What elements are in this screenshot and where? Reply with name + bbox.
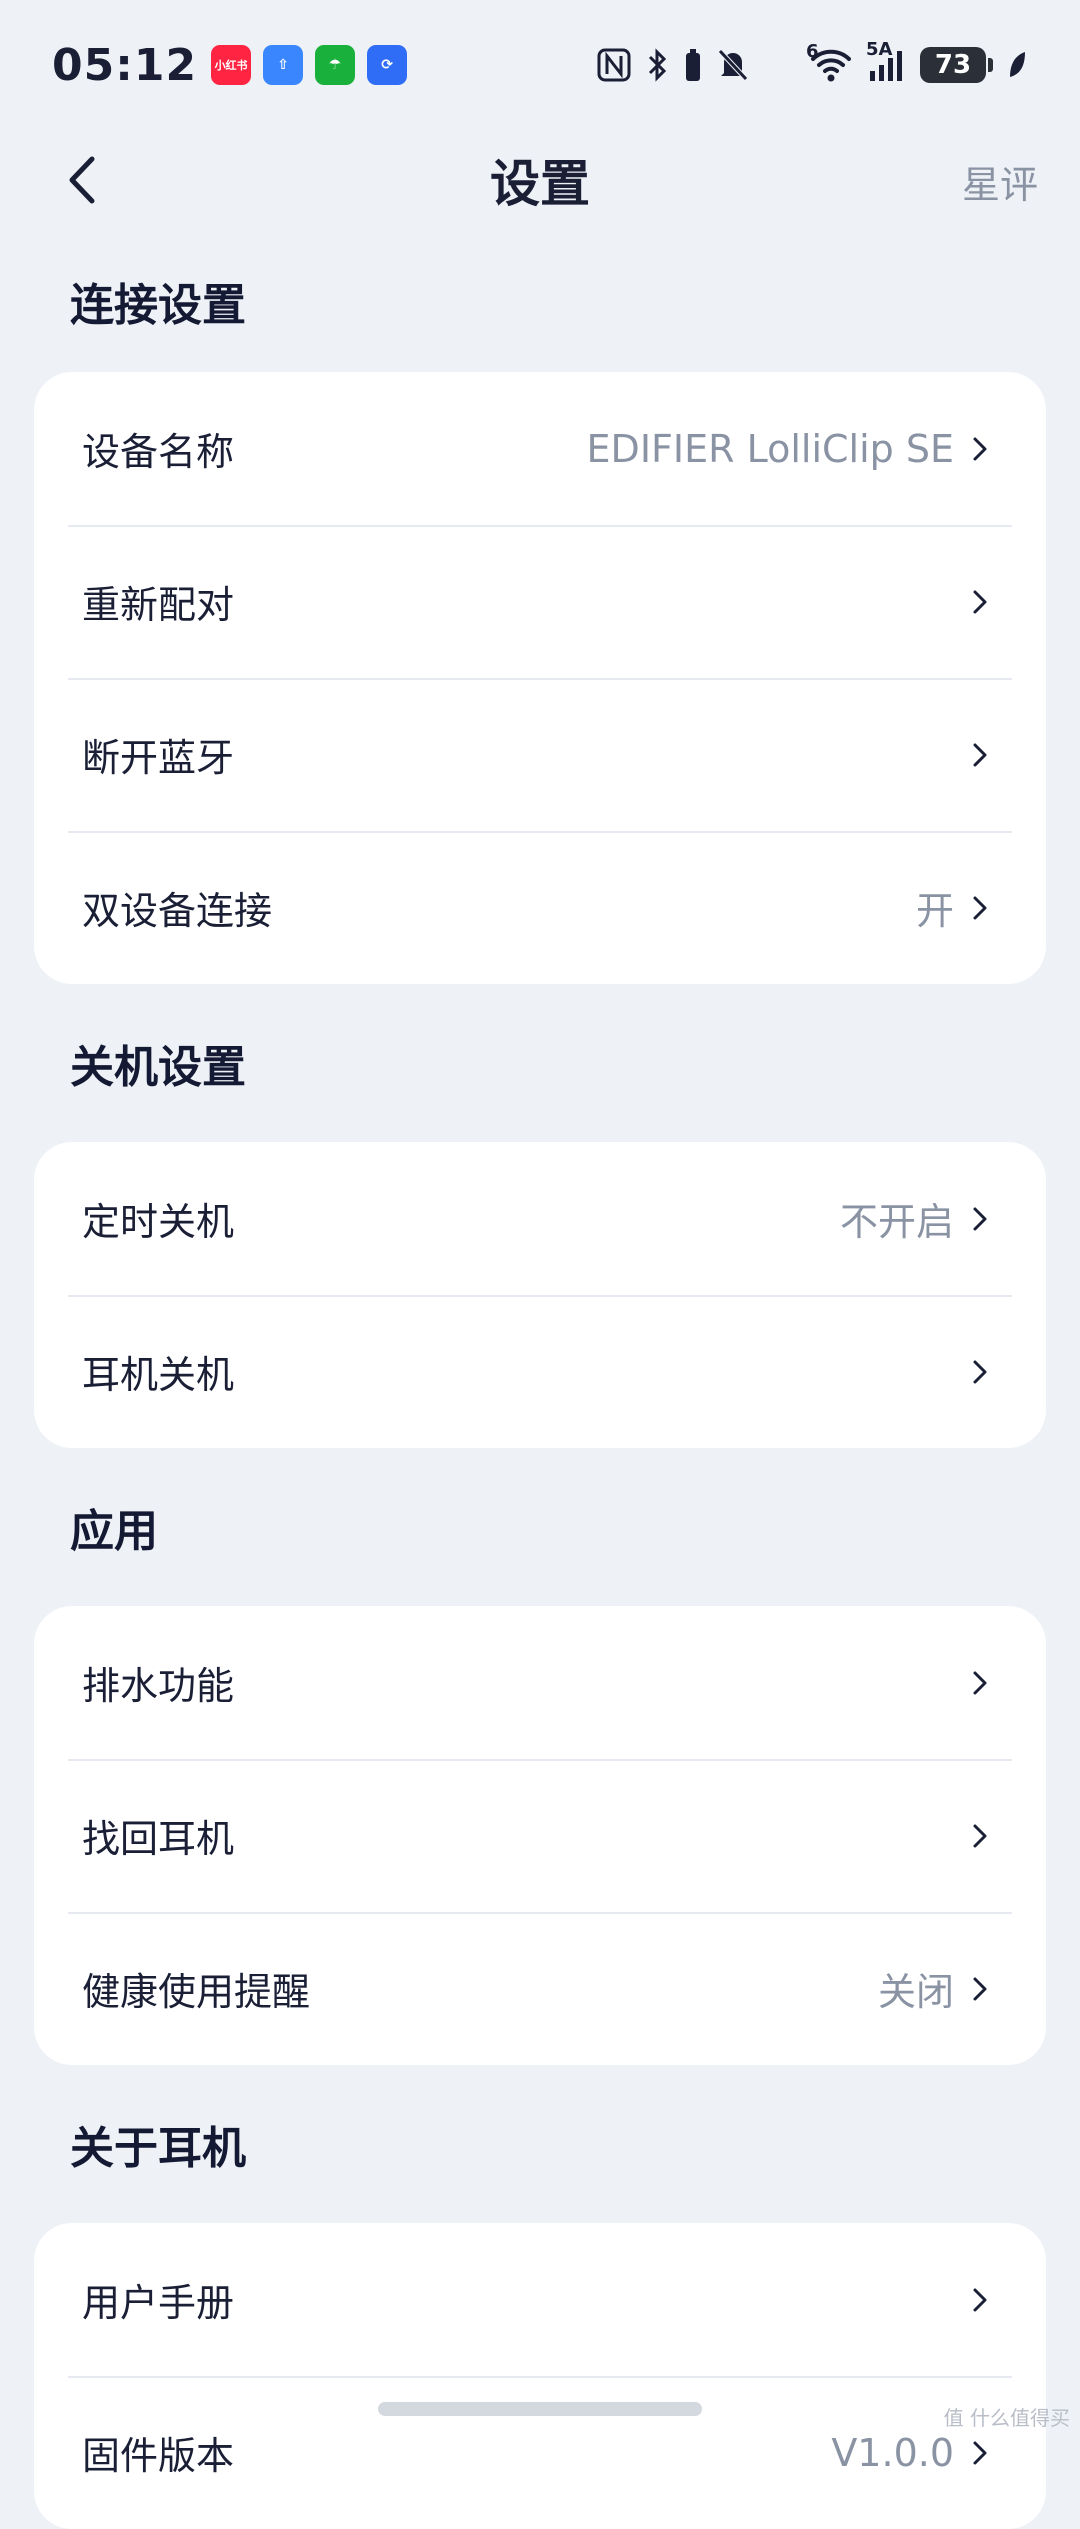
- chevron-right-icon: [972, 2285, 994, 2315]
- row-label: 找回耳机: [82, 1817, 235, 1861]
- row-value: 不开启: [839, 1200, 954, 1244]
- notification-app-icons: 小红书 ⇧ ☂ ⟳: [211, 45, 408, 85]
- row-value: 开: [915, 889, 954, 933]
- row-label: 重新配对: [82, 583, 235, 627]
- device-name-row[interactable]: 设备名称 EDIFIER LolliClip SE: [34, 372, 1046, 525]
- row-value: EDIFIER LolliClip SE: [586, 426, 954, 471]
- chevron-right-icon: [972, 1668, 994, 1698]
- status-time: 05:12: [52, 39, 198, 91]
- chevron-right-icon: [972, 2438, 994, 2468]
- row-label: 断开蓝牙: [82, 736, 235, 780]
- row-label: 设备名称: [82, 430, 235, 474]
- back-button[interactable]: [50, 148, 114, 212]
- row-label: 固件版本: [82, 2434, 235, 2478]
- row-value: 关闭: [877, 1970, 954, 2014]
- cellular-indicator: 5A: [866, 39, 906, 83]
- nfc-icon: [597, 48, 631, 82]
- chevron-right-icon: [972, 1204, 994, 1234]
- section-title-about: 关于耳机: [70, 2123, 246, 2174]
- chevron-left-icon: [69, 156, 95, 204]
- status-icons: 6 5A 73: [596, 39, 1028, 83]
- apps-settings-card: 排水功能 找回耳机 健康使用提醒 关闭: [34, 1606, 1046, 2065]
- power-off-settings-card: 定时关机 不开启 耳机关机: [34, 1142, 1046, 1448]
- wifi-label: 6: [806, 41, 819, 62]
- disconnect-bluetooth-row[interactable]: 断开蓝牙: [34, 678, 1046, 831]
- chevron-right-icon: [972, 893, 994, 923]
- chevron-right-icon: [972, 740, 994, 770]
- about-earphones-card: 用户手册 固件版本 V1.0.0: [34, 2223, 1046, 2529]
- mute-bell-icon: [718, 49, 748, 81]
- section-title-connection: 连接设置: [70, 280, 246, 331]
- status-bar: 05:12 小红书 ⇧ ☂ ⟳ 6 5A 73: [0, 0, 1080, 130]
- section-title-power-off: 关机设置: [70, 1042, 246, 1093]
- row-label: 用户手册: [82, 2281, 235, 2325]
- row-label: 排水功能: [82, 1664, 235, 1708]
- firmware-version-row[interactable]: 固件版本 V1.0.0: [34, 2376, 1046, 2529]
- xiaohongshu-app-icon: 小红书: [211, 45, 252, 85]
- earphone-power-off-row[interactable]: 耳机关机: [34, 1295, 1046, 1448]
- row-label: 定时关机: [82, 1200, 235, 1244]
- chevron-right-icon: [972, 1357, 994, 1387]
- row-label: 双设备连接: [82, 889, 273, 933]
- top-navigation-bar: 设置 星评: [0, 130, 1080, 230]
- watermark: 值 什么值得买: [943, 2406, 1070, 2430]
- leaf-icon: [1010, 52, 1025, 77]
- row-label: 耳机关机: [82, 1353, 235, 1397]
- row-label: 健康使用提醒: [82, 1970, 311, 2014]
- connection-settings-card: 设备名称 EDIFIER LolliClip SE 重新配对 断开蓝牙 双设备连…: [34, 372, 1046, 984]
- rate-button[interactable]: 星评: [962, 154, 1038, 209]
- timed-power-off-row[interactable]: 定时关机 不开启: [34, 1142, 1046, 1295]
- settings-list: 连接设置 设备名称 EDIFIER LolliClip SE 重新配对 断开蓝牙…: [0, 230, 1080, 2529]
- page-title: 设置: [490, 155, 590, 213]
- user-manual-row[interactable]: 用户手册: [34, 2223, 1046, 2376]
- wifi-indicator: 6: [806, 41, 852, 83]
- do-not-disturb-moon-icon: [770, 51, 784, 79]
- cellular-label: 5A: [866, 39, 893, 60]
- bluetooth-icon: [648, 48, 667, 82]
- battery-saver-icon: [686, 49, 700, 81]
- battery-indicator: 73: [920, 47, 993, 83]
- drainage-function-row[interactable]: 排水功能: [34, 1606, 1046, 1759]
- re-pair-row[interactable]: 重新配对: [34, 525, 1046, 678]
- dual-device-connection-row[interactable]: 双设备连接 开: [34, 831, 1046, 984]
- chevron-right-icon: [972, 434, 994, 464]
- chevron-right-icon: [972, 587, 994, 617]
- chevron-right-icon: [972, 1821, 994, 1851]
- umbrella-app-icon: ☂: [315, 45, 356, 85]
- row-value: V1.0.0: [831, 2430, 954, 2475]
- home-indicator[interactable]: [378, 2402, 702, 2416]
- healthy-usage-reminder-row[interactable]: 健康使用提醒 关闭: [34, 1912, 1046, 2065]
- find-earphones-row[interactable]: 找回耳机: [34, 1759, 1046, 1912]
- section-title-apps: 应用: [70, 1506, 158, 1557]
- monitor-app-icon: ⟳: [367, 45, 408, 85]
- chevron-right-icon: [972, 1974, 994, 2004]
- upload-app-icon: ⇧: [263, 45, 304, 85]
